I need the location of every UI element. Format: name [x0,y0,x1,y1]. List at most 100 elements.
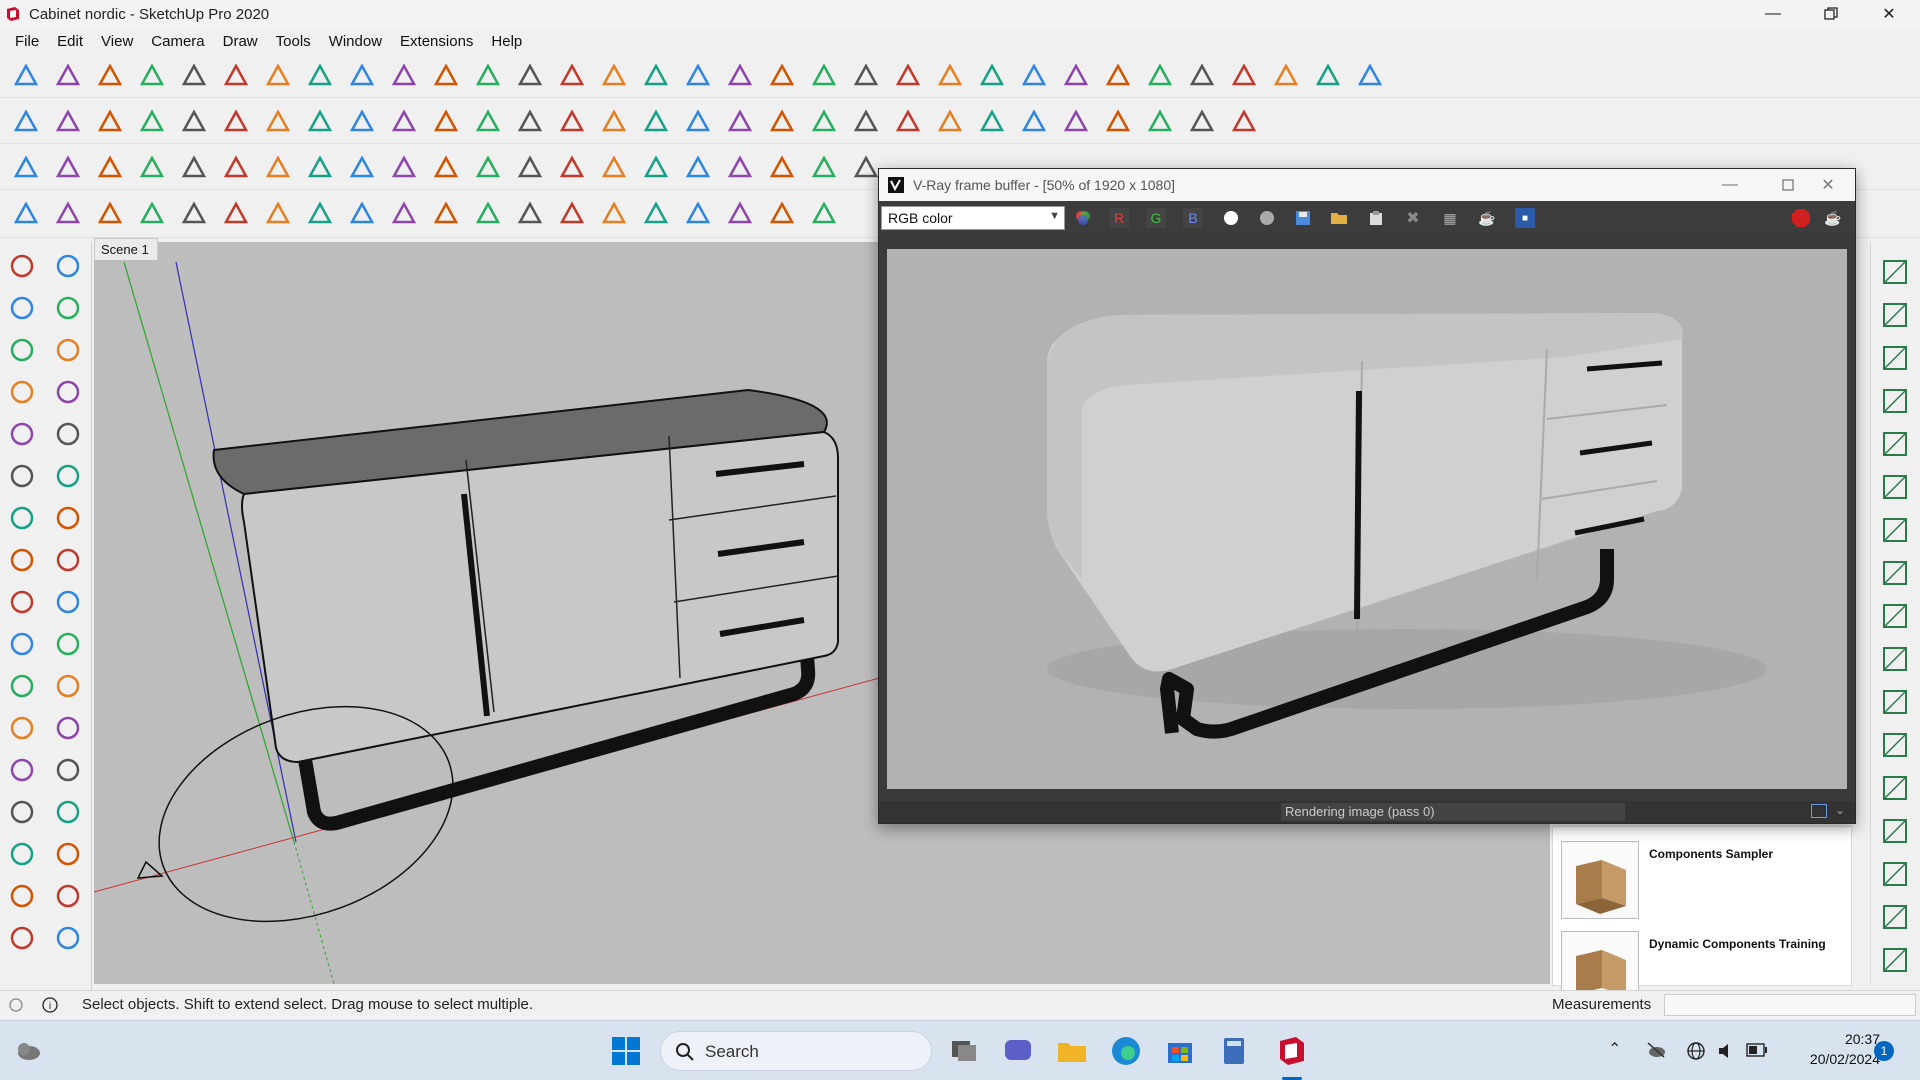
cloud-icon[interactable] [1354,60,1386,92]
scale-icon[interactable] [388,198,420,230]
eraser-icon[interactable] [52,106,84,138]
menu-tools[interactable]: Tools [267,33,320,50]
vfb-history-button[interactable]: ■ [1515,208,1535,228]
save-image-button[interactable] [1293,208,1313,228]
wireframe-icon[interactable] [1186,60,1218,92]
menu-window[interactable]: Window [320,33,391,50]
draw-tool-icon[interactable] [6,754,38,786]
pencil-icon[interactable] [94,106,126,138]
components-icon[interactable] [976,60,1008,92]
component-item[interactable]: Components Sampler [1561,841,1851,923]
scene-tab[interactable]: Scene 1 [94,238,158,260]
extension-warehouse-icon[interactable] [766,60,798,92]
orbit-icon[interactable] [556,60,588,92]
extension-tool-icon[interactable] [52,880,84,912]
zoom-extents-icon[interactable] [682,106,714,138]
select-icon[interactable] [1879,643,1911,675]
pencil-icon[interactable] [94,60,126,92]
render-teapot-button[interactable]: ☕ [1823,208,1843,228]
extension-tool-icon[interactable] [52,754,84,786]
extension-tool-icon[interactable] [52,670,84,702]
extension-tool-icon[interactable] [52,334,84,366]
zoom-icon[interactable] [640,152,672,184]
pan-icon[interactable] [598,60,630,92]
iso-icon[interactable] [1018,60,1050,92]
iso-icon[interactable] [1018,106,1050,138]
menu-extensions[interactable]: Extensions [391,33,482,50]
vfb-panel-toggle-button[interactable] [1811,804,1827,818]
front-icon[interactable] [1102,60,1134,92]
store-icon[interactable] [1164,1035,1196,1067]
move-icon[interactable] [304,106,336,138]
menu-help[interactable]: Help [482,33,531,50]
extension-tool-icon[interactable] [52,460,84,492]
draw-tool-icon[interactable] [6,460,38,492]
weather-icon[interactable] [14,1039,42,1063]
orbit-icon[interactable] [556,152,588,184]
group-icon[interactable] [1879,514,1911,546]
tape-icon[interactable] [430,152,462,184]
paint-icon[interactable] [514,106,546,138]
draw-tool-icon[interactable] [6,334,38,366]
account-icon[interactable] [892,106,924,138]
task-view-icon[interactable] [948,1035,980,1067]
extension-warehouse-icon[interactable] [766,152,798,184]
rectangle-icon[interactable] [178,198,210,230]
top-icon[interactable] [1060,60,1092,92]
account-icon[interactable] [892,60,924,92]
green-channel-button[interactable]: G [1146,208,1166,228]
text-icon[interactable] [472,152,504,184]
warehouse-icon[interactable] [724,152,756,184]
grid-icon[interactable] [1879,600,1911,632]
follow-me-icon[interactable] [262,152,294,184]
draw-tool-icon[interactable] [6,796,38,828]
restore-button[interactable] [1802,0,1860,28]
tape-icon[interactable] [430,106,462,138]
pan-icon[interactable] [598,152,630,184]
extension-tool-icon[interactable] [52,250,84,282]
draw-tool-icon[interactable] [6,376,38,408]
line-icon[interactable] [1879,557,1911,589]
text-icon[interactable] [472,60,504,92]
eraser-icon[interactable] [52,198,84,230]
extension-tool-icon[interactable] [52,628,84,660]
open-image-button[interactable] [1329,208,1349,228]
vfb-close-button[interactable]: ✕ [1799,171,1857,199]
chat-icon[interactable] [1002,1035,1034,1067]
zoom-icon[interactable] [640,198,672,230]
zoom-icon[interactable] [640,106,672,138]
layer-remove-icon[interactable] [1879,471,1911,503]
draw-tool-icon[interactable] [6,922,38,954]
xray-icon[interactable] [1144,106,1176,138]
extension-tool-icon[interactable] [52,418,84,450]
pan-icon[interactable] [598,106,630,138]
minimize-button[interactable]: — [1744,0,1802,28]
group-icon[interactable] [1879,901,1911,933]
eraser-icon[interactable] [52,152,84,184]
move-icon[interactable] [304,198,336,230]
wireframe-icon[interactable] [1186,106,1218,138]
layout-icon[interactable] [808,60,840,92]
section-icon[interactable] [1879,729,1911,761]
layers-icon[interactable] [1879,772,1911,804]
follow-me-icon[interactable] [262,198,294,230]
system-clock[interactable]: 20:37 20/02/2024 [1790,1029,1880,1069]
push-pull-icon[interactable] [220,60,252,92]
menu-edit[interactable]: Edit [48,33,92,50]
text-icon[interactable] [472,198,504,230]
pan-icon[interactable] [598,198,630,230]
layer-remove-icon[interactable] [1879,858,1911,890]
sketchup-taskbar-icon[interactable] [1276,1035,1308,1067]
layout-icon[interactable] [808,106,840,138]
rectangle-icon[interactable] [178,152,210,184]
zoom-extents-icon[interactable] [682,60,714,92]
select-icon[interactable] [10,60,42,92]
scale-icon[interactable] [388,152,420,184]
shaded-icon[interactable] [1228,60,1260,92]
draw-tool-icon[interactable] [6,880,38,912]
extension-tool-icon[interactable] [52,502,84,534]
tape-icon[interactable] [430,198,462,230]
notification-badge[interactable]: 1 [1874,1041,1894,1061]
draw-tool-icon[interactable] [6,670,38,702]
clear-image-button[interactable]: ✖ [1403,208,1423,228]
